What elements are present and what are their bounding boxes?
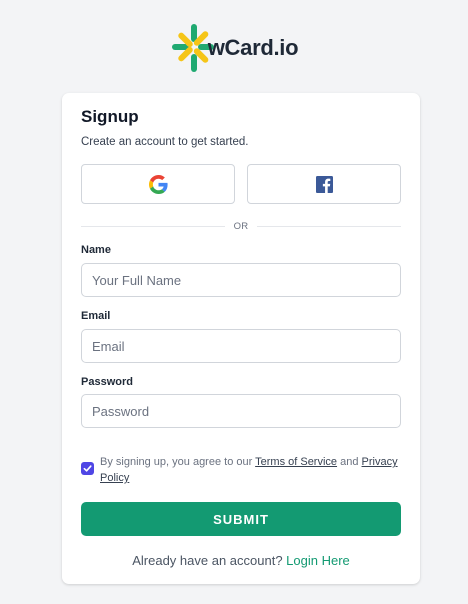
facebook-icon	[315, 175, 333, 193]
password-input[interactable]	[81, 394, 401, 428]
or-divider: OR	[81, 219, 402, 233]
page-title: Signup	[81, 107, 139, 126]
checkmark-icon	[83, 465, 92, 472]
terms-text: By signing up, you agree to our Terms of…	[100, 454, 401, 486]
terms-conjunction: and	[340, 456, 359, 468]
facebook-signup-button[interactable]	[247, 164, 401, 204]
page-subtitle: Create an account to get started.	[81, 136, 249, 148]
submit-button[interactable]: SUBMIT	[81, 502, 401, 536]
password-label: Password	[81, 376, 133, 388]
google-signup-button[interactable]	[81, 164, 235, 204]
login-link[interactable]: Login Here	[286, 553, 350, 568]
name-label: Name	[81, 244, 111, 256]
terms-agreement: By signing up, you agree to our Terms of…	[81, 454, 401, 486]
login-prompt-row: Already have an account? Login Here	[81, 553, 401, 568]
divider-line-left	[81, 225, 225, 227]
brand-logo: wCard.io	[0, 22, 468, 74]
email-label: Email	[81, 310, 111, 322]
terms-prefix: By signing up, you agree to our	[100, 456, 253, 468]
divider-line-right	[257, 225, 402, 227]
terms-checkbox[interactable]	[81, 462, 94, 475]
divider-text: OR	[233, 220, 249, 232]
email-input[interactable]	[81, 329, 401, 363]
social-login-row	[81, 164, 401, 204]
terms-of-service-link[interactable]: Terms of Service	[255, 456, 337, 468]
login-prompt: Already have an account?	[132, 553, 283, 568]
name-input[interactable]	[81, 263, 401, 297]
signup-card: Signup Create an account to get started.	[62, 93, 420, 584]
google-icon	[148, 174, 168, 194]
brand-name: wCard.io	[207, 35, 299, 60]
